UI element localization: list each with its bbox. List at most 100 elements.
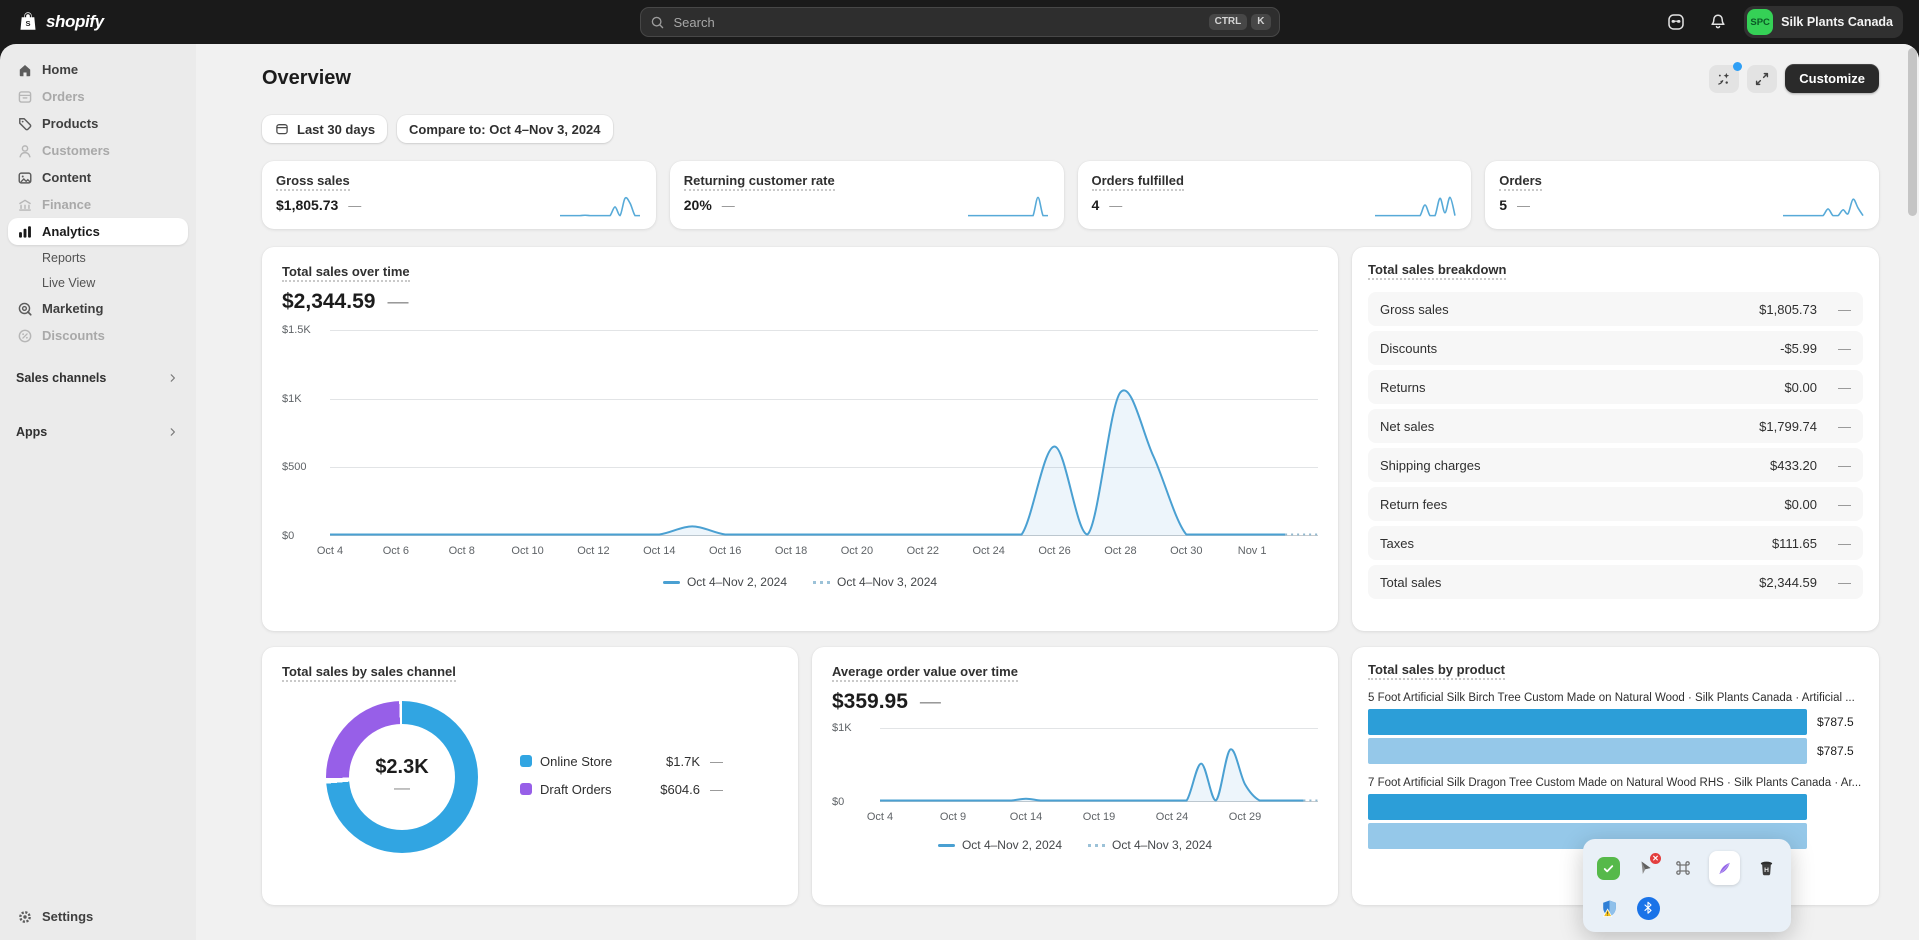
sidebar-section-sales-channels[interactable]: Sales channels xyxy=(8,365,188,391)
breakdown-row: Returns $0.00 — xyxy=(1368,370,1863,404)
shopify-logo[interactable]: S shopify xyxy=(16,10,104,34)
sidebar-item-label: Finance xyxy=(42,197,92,212)
product-bar xyxy=(1368,794,1807,820)
sidebar-item-customers[interactable]: Customers xyxy=(8,137,188,164)
sidebar-item-products[interactable]: Products xyxy=(8,110,188,137)
chart-legend: Oct 4–Nov 2, 2024 Oct 4–Nov 3, 2024 xyxy=(282,575,1318,589)
x-axis-label: Oct 22 xyxy=(906,545,939,557)
metric-card-gross-sales[interactable]: Gross sales $1,805.73 — xyxy=(262,161,656,229)
page-scrollbar[interactable] xyxy=(1908,48,1917,936)
search-shortcut: CTRL K xyxy=(1208,14,1271,30)
breakdown-row: Net sales $1,799.74 — xyxy=(1368,409,1863,443)
sparkle-icon xyxy=(1718,72,1730,85)
legend-item: Oct 4–Nov 3, 2024 xyxy=(813,575,937,589)
sidebar-item-settings[interactable]: Settings xyxy=(8,903,188,930)
command-icon[interactable] xyxy=(1672,856,1694,880)
sidebar-item-label: Discounts xyxy=(42,328,105,343)
calendar-icon xyxy=(276,124,288,135)
admin-surface: Home Orders Products Customers Content Financ… xyxy=(0,44,1919,940)
total-sales-chart: $1.5K $1K $500 $0 xyxy=(282,324,1318,542)
compare-button[interactable]: Compare to: Oct 4–Nov 3, 2024 xyxy=(397,115,613,143)
metric-sparkline xyxy=(968,195,1048,217)
sidebar-item-discounts[interactable]: Discounts xyxy=(8,322,188,349)
y-axis-label: $0 xyxy=(282,530,295,542)
breakdown-row: Gross sales $1,805.73 — xyxy=(1368,292,1863,326)
metric-sparkline xyxy=(560,195,640,217)
legend-swatch xyxy=(520,755,532,767)
gear-icon xyxy=(16,908,34,926)
date-range-button[interactable]: Last 30 days xyxy=(262,115,388,143)
search-icon xyxy=(651,16,663,28)
x-axis: Oct 4 Oct 6 Oct 8 Oct 10 Oct 12 Oct 14 Oct 16 O… xyxy=(317,545,1318,559)
sidebar-item-orders[interactable]: Orders xyxy=(8,83,188,110)
customize-button[interactable]: Customize xyxy=(1785,64,1879,93)
logo-wordmark: shopify xyxy=(46,12,104,31)
channel-legend: Online Store $1.7K — Draft Orders $604.6 — xyxy=(520,754,723,797)
sidebar-item-content[interactable]: Content xyxy=(8,164,188,191)
trash-icon[interactable]: H xyxy=(1755,856,1777,880)
sidebar-item-analytics[interactable]: Analytics xyxy=(8,218,188,245)
delta-dash: — xyxy=(394,780,410,797)
search-input[interactable]: Search CTRL K xyxy=(639,7,1280,37)
sidebar-item-label: Marketing xyxy=(42,301,104,316)
sidebar-item-label: Orders xyxy=(42,89,85,104)
x-axis-label: Oct 4 xyxy=(866,811,894,823)
scrollbar-thumb[interactable] xyxy=(1908,48,1917,216)
sidebar-section-apps[interactable]: Apps xyxy=(8,419,188,445)
average-order-value-card: Average order value over time $359.95 — … xyxy=(812,647,1338,905)
product-bar xyxy=(1368,709,1807,735)
x-axis-label: Oct 20 xyxy=(840,545,874,557)
sidebar-sections: Sales channels Apps xyxy=(8,349,188,445)
sidebar-item-marketing[interactable]: Marketing xyxy=(8,295,188,322)
sidebar-item-reports[interactable]: Reports xyxy=(8,245,188,270)
breakdown-label: Net sales xyxy=(1380,418,1435,434)
sidekick-icon xyxy=(1668,14,1684,30)
metric-card-returning-customer-rate[interactable]: Returning customer rate 20% — xyxy=(669,161,1064,229)
sidebar-item-live-view[interactable]: Live View xyxy=(8,270,188,295)
y-axis-label: $1K xyxy=(282,392,302,405)
x-axis-label: Oct 24 xyxy=(972,545,1005,557)
product-bar-value: $787.5 xyxy=(1817,744,1854,758)
delta-dash: — xyxy=(1838,301,1851,317)
sidebar-section-label: Sales channels xyxy=(16,371,107,385)
metric-card-orders-fulfilled[interactable]: Orders fulfilled 4 — xyxy=(1077,161,1472,229)
x-axis-label: Oct 14 xyxy=(1009,811,1043,823)
store-menu[interactable]: SPC Silk Plants Canada xyxy=(1744,6,1903,38)
product-bar xyxy=(1368,738,1807,764)
breakdown-label: Shipping charges xyxy=(1380,457,1481,473)
breakdown-row: Shipping charges $433.20 — xyxy=(1368,448,1863,482)
sidebar-item-home[interactable]: Home xyxy=(8,56,188,83)
svg-text:!: ! xyxy=(1606,911,1608,917)
finance-icon xyxy=(16,196,34,214)
channel-label: Draft Orders xyxy=(540,781,612,797)
svg-text:S: S xyxy=(25,19,30,28)
metric-value: 20% xyxy=(683,197,712,213)
cursor-error-icon[interactable]: ✕ xyxy=(1635,853,1661,880)
notifications-button[interactable] xyxy=(1702,6,1734,38)
breakdown-label: Discounts xyxy=(1380,340,1438,356)
chart-title: Total sales over time xyxy=(282,264,410,282)
channel-label: Online Store xyxy=(540,753,613,769)
metric-label: Orders fulfilled xyxy=(1091,173,1184,191)
sidebar-item-finance[interactable]: Finance xyxy=(8,191,188,218)
sidebar-nav: Home Orders Products Customers Content Financ… xyxy=(8,56,188,349)
product-bar-row: $787.5 xyxy=(1368,738,1863,764)
sidekick-button[interactable] xyxy=(1660,6,1692,38)
breakdown-label: Gross sales xyxy=(1380,301,1449,317)
shield-warning-icon[interactable]: ! xyxy=(1597,896,1621,920)
legend-item: Oct 4–Nov 2, 2024 xyxy=(662,575,787,589)
topbar: S shopify Search CTRL K SPC Silk Plants … xyxy=(0,0,1919,44)
adblock-check-icon[interactable] xyxy=(1597,856,1620,880)
chevron-right-icon xyxy=(170,428,175,436)
home-icon xyxy=(16,61,34,79)
metric-sparkline xyxy=(1375,195,1455,217)
fullscreen-button[interactable] xyxy=(1747,64,1778,93)
sidebar-section-label: Apps xyxy=(16,425,48,439)
metric-card-orders[interactable]: Orders 5 — xyxy=(1485,161,1879,229)
bluetooth-icon[interactable] xyxy=(1636,896,1660,920)
aov-chart: $1K $0 xyxy=(832,722,1318,808)
legend-marker-dotted xyxy=(813,580,830,584)
insights-button[interactable] xyxy=(1709,61,1743,93)
main-content: Overview Customize Last 30 days Compare … xyxy=(196,44,1919,940)
feather-icon[interactable] xyxy=(1708,851,1741,885)
